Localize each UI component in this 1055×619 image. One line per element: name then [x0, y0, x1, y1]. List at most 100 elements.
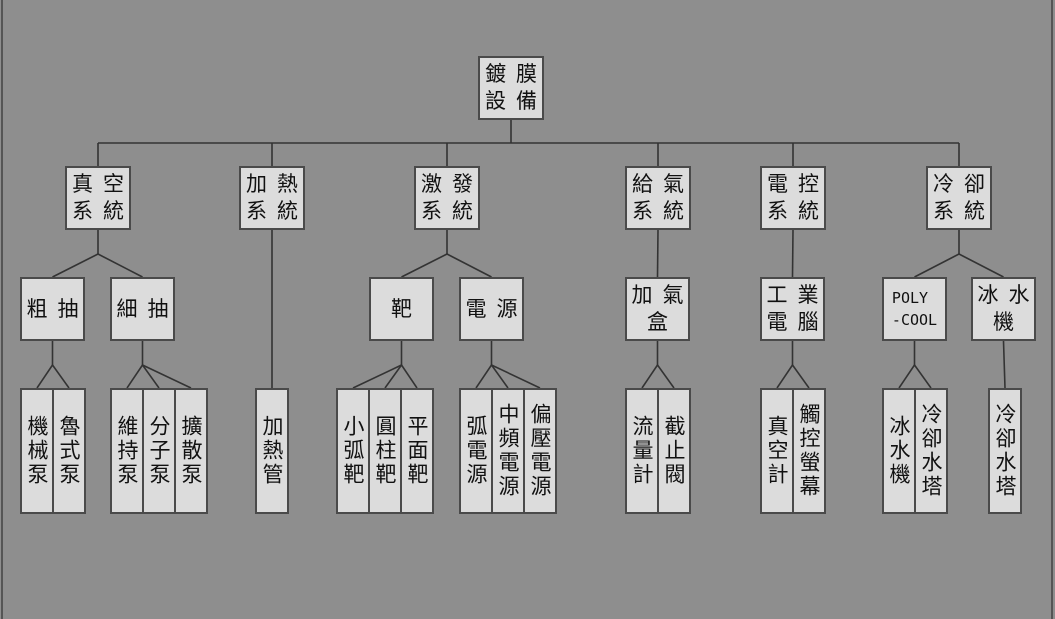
branch-connector [656, 229, 659, 278]
leaf-node: 魯式泵 [52, 388, 86, 514]
leaf-connector [400, 364, 418, 389]
leaf-group: 弧電源 中頻電源 偏壓電源 [459, 388, 557, 514]
node-label-line: 加熱 [246, 172, 308, 196]
leaf-group: 流量計 截止閥 [625, 388, 691, 514]
node-label: 給氣 系統 [632, 171, 684, 225]
system-node: 冷卻 系統 [926, 166, 992, 230]
system-node: 真空 系統 [65, 166, 131, 230]
node-label-line: 電源 [465, 296, 528, 321]
node-label: 真空 系統 [72, 171, 124, 225]
leaf-connector [791, 364, 810, 389]
leaf-connector [898, 364, 916, 389]
leaf-label: 冰水機 [887, 415, 911, 487]
leaf-node: 維持泵 [110, 388, 144, 514]
node-label-line: 加氣 [631, 283, 694, 307]
leaf-connector [126, 364, 144, 389]
leaf-label: 擴散泵 [179, 415, 203, 487]
node-label: 靶 [391, 296, 412, 323]
leaf-node: 小弧靶 [336, 388, 370, 514]
leaf-group: 冷卻水塔 [988, 388, 1022, 514]
node-label: 激發 系統 [421, 171, 473, 225]
node-label: 冰水機 [978, 282, 1030, 336]
node-label-line: 粗抽 [26, 296, 89, 321]
branch-connector [791, 229, 794, 278]
node-label-line: 真空 [72, 172, 134, 196]
node-label-line: 系統 [421, 199, 483, 223]
leaf-node: 觸控螢幕 [792, 388, 826, 514]
leaf-group: 真空計 觸控螢幕 [760, 388, 826, 514]
subsystem-node: 工業 電腦 [760, 277, 825, 341]
leaf-node: 真空計 [760, 388, 794, 514]
leaf-connector [36, 364, 54, 389]
leaf-label: 冷卻水塔 [919, 403, 943, 499]
leaf-group: 加熱管 [255, 388, 289, 514]
leaf-label: 機械泵 [25, 415, 49, 487]
node-label: 冷卻 系統 [933, 171, 985, 225]
root-node-coating-equipment: 鍍膜 設備 [478, 56, 544, 120]
leaf-label: 加熱管 [260, 415, 284, 487]
leaf-node: 冷卻水塔 [914, 388, 948, 514]
leaf-node: 流量計 [625, 388, 659, 514]
system-node: 加熱 系統 [239, 166, 305, 230]
node-label-line: 細抽 [116, 296, 179, 321]
leaf-label: 魯式泵 [57, 415, 81, 487]
leaf-label: 圓柱靶 [373, 415, 397, 487]
subsystem-node: 冰水機 [971, 277, 1036, 341]
node-label-line: 冷卻 [933, 172, 995, 196]
subsystem-node: 電源 [459, 277, 524, 341]
subsystem-node: 粗抽 [20, 277, 85, 341]
leaf-node: 截止閥 [657, 388, 691, 514]
node-label: 細抽 [117, 296, 169, 323]
node-label-line: 盒 [647, 310, 668, 334]
node-label: 加熱 系統 [246, 171, 298, 225]
leaf-label: 分子泵 [147, 415, 171, 487]
leaf-group: 小弧靶 圓柱靶 平面靶 [336, 388, 434, 514]
branch-connector [446, 253, 492, 278]
branch-connector [401, 253, 448, 278]
leaf-node: 擴散泵 [174, 388, 208, 514]
leaf-connector [656, 364, 675, 389]
node-label: 鍍膜 設備 [485, 61, 537, 115]
node-label: POLY -COOL [892, 287, 937, 331]
leaf-label: 真空計 [765, 415, 789, 487]
branch-connector [52, 253, 99, 278]
node-label-line: 系統 [246, 199, 308, 223]
subsystem-node: 加氣盒 [625, 277, 690, 341]
leaf-label: 小弧靶 [341, 415, 365, 487]
leaf-connector [913, 364, 932, 389]
node-label: 工業 電腦 [767, 282, 819, 336]
node-label-line: 機 [993, 310, 1014, 334]
leaf-connector [776, 364, 794, 389]
branch-connector [97, 253, 143, 278]
node-label-line: 系統 [933, 199, 995, 223]
node-label-line: 設備 [485, 89, 547, 113]
leaf-label: 維持泵 [115, 415, 139, 487]
leaf-label: 冷卻水塔 [993, 403, 1017, 499]
node-label-line: 冰水 [977, 283, 1040, 307]
node-label-line: 系統 [632, 199, 694, 223]
node-label-line: 電腦 [766, 310, 829, 334]
node-label-line: 電控 [767, 172, 829, 196]
system-node: 激發 系統 [414, 166, 480, 230]
system-node: 電控 系統 [760, 166, 826, 230]
leaf-connector [51, 364, 70, 389]
node-label-line: 工業 [766, 283, 829, 307]
subsystem-node: POLY -COOL [882, 277, 947, 341]
leaf-node: 分子泵 [142, 388, 176, 514]
node-label: 電源 [466, 296, 518, 323]
node-label-line: -COOL [891, 311, 938, 329]
node-label-line: 給氣 [632, 172, 694, 196]
node-label: 電控 系統 [767, 171, 819, 225]
leaf-label: 偏壓電源 [528, 403, 552, 499]
branch-connector [914, 253, 960, 278]
leaf-node: 平面靶 [400, 388, 434, 514]
leaf-connector [475, 364, 493, 389]
node-label: 粗抽 [27, 296, 79, 323]
leaf-node: 圓柱靶 [368, 388, 402, 514]
leaf-node: 弧電源 [459, 388, 493, 514]
leaf-label: 截止閥 [662, 415, 686, 487]
subsystem-node: 細抽 [110, 277, 175, 341]
leaf-node: 冷卻水塔 [988, 388, 1022, 514]
leaf-connector [1002, 340, 1006, 389]
leaf-group: 冰水機 冷卻水塔 [882, 388, 948, 514]
